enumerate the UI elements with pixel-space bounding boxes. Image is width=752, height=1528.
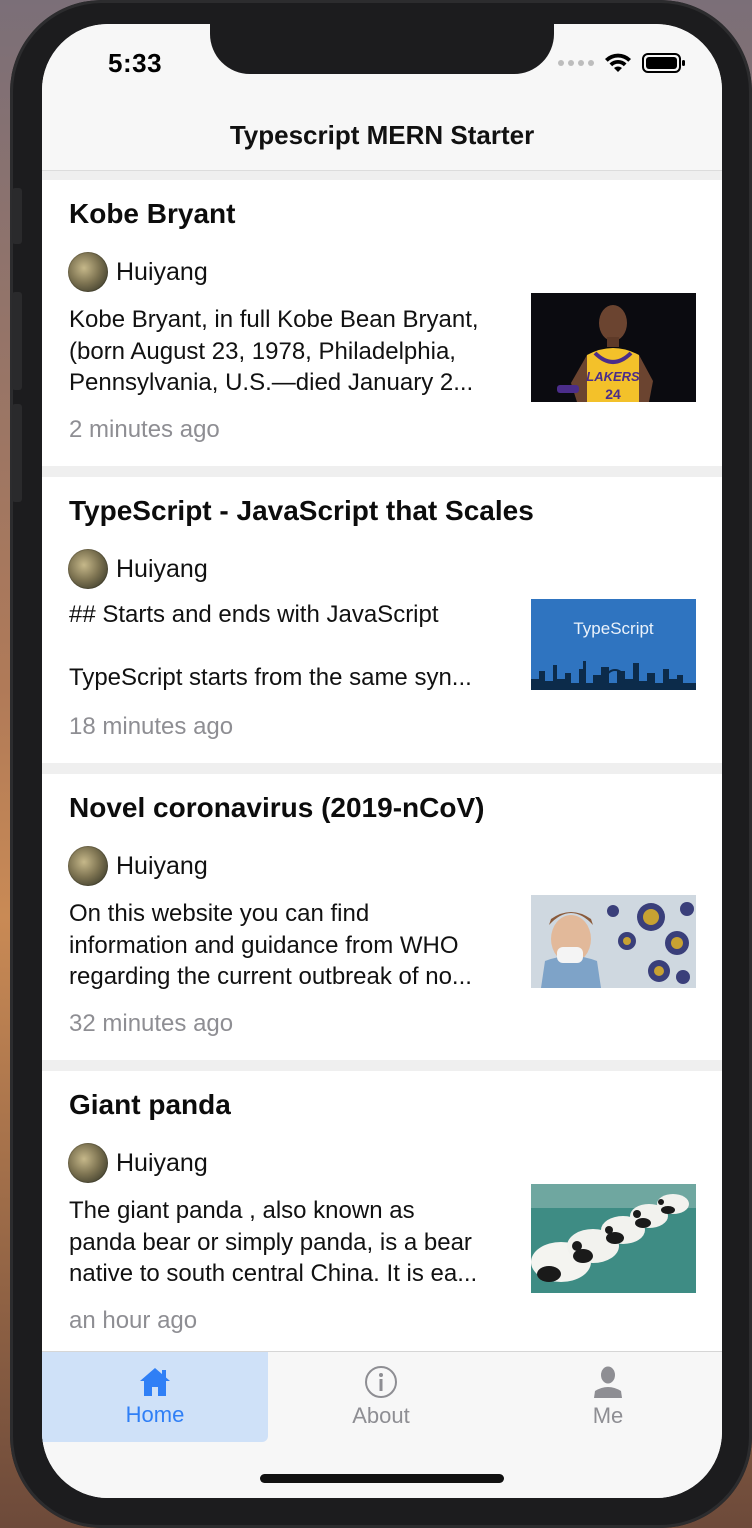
tab-about-label: About xyxy=(352,1403,410,1428)
tab-home-label: Home xyxy=(125,1402,185,1427)
person-icon xyxy=(594,1366,622,1398)
article-timestamp: 32 minutes ago xyxy=(69,1010,234,1037)
article-title: TypeScript - JavaScript that Scales xyxy=(69,495,534,526)
svg-text:24: 24 xyxy=(605,386,621,402)
article-card-kobe-bryant[interactable]: Kobe Bryant Huiyang Kobe Bryant, in full… xyxy=(42,180,722,466)
article-timestamp: 18 minutes ago xyxy=(69,713,234,740)
volume-down-button xyxy=(12,404,22,502)
article-author: Huiyang xyxy=(68,1143,208,1183)
article-excerpt: The giant panda , also known as panda be… xyxy=(69,1197,478,1287)
article-title: Giant panda xyxy=(69,1089,231,1120)
article-excerpt: ## Starts and ends with JavaScript TypeS… xyxy=(69,601,472,691)
page-title: Typescript MERN Starter xyxy=(229,119,535,150)
avatar xyxy=(68,1143,108,1183)
thumb-caption: TypeScript xyxy=(573,619,654,638)
article-author: Huiyang xyxy=(68,846,208,886)
article-title: Novel coronavirus (2019-nCoV) xyxy=(69,792,485,823)
mute-switch xyxy=(12,188,22,244)
author-name: Huiyang xyxy=(116,554,208,583)
panda-cubs-image xyxy=(531,1184,696,1293)
article-timestamp: an hour ago xyxy=(69,1307,198,1334)
notch xyxy=(210,24,554,74)
info-icon xyxy=(365,1366,397,1398)
author-name: Huiyang xyxy=(116,1148,208,1177)
avatar xyxy=(68,549,108,589)
author-name: Huiyang xyxy=(116,257,208,286)
tab-me[interactable]: Me xyxy=(494,1352,722,1442)
basketball-player-image: LAKERS 24 xyxy=(531,293,696,402)
article-card-giant-panda[interactable]: Giant panda Huiyang The giant panda , al… xyxy=(42,1071,722,1351)
status-time: 5:33 xyxy=(108,48,163,78)
svg-text:LAKERS: LAKERS xyxy=(586,369,640,384)
article-title: Kobe Bryant xyxy=(69,198,236,229)
article-author: Huiyang xyxy=(68,549,208,589)
volume-up-button xyxy=(12,292,22,390)
status-bar: 5:33 xyxy=(42,24,722,110)
article-feed[interactable]: Kobe Bryant Huiyang Kobe Bryant, in full… xyxy=(42,171,722,1351)
virus-image xyxy=(531,895,696,988)
phone-screen: 5:33 Typescript MERN Starter Kobe Bryant xyxy=(42,24,722,1498)
signal-icon xyxy=(558,60,594,66)
home-icon xyxy=(140,1368,170,1396)
author-name: Huiyang xyxy=(116,851,208,880)
article-author: Huiyang xyxy=(68,252,208,292)
article-excerpt: On this website you can find information… xyxy=(69,900,472,990)
battery-icon xyxy=(642,53,685,73)
avatar xyxy=(68,252,108,292)
navigation-bar: Typescript MERN Starter xyxy=(42,110,722,171)
article-excerpt: Kobe Bryant, in full Kobe Bean Bryant, (… xyxy=(69,306,479,396)
avatar xyxy=(68,846,108,886)
article-card-typescript[interactable]: TypeScript - JavaScript that Scales Huiy… xyxy=(42,477,722,763)
wifi-icon xyxy=(605,53,631,72)
article-card-coronavirus[interactable]: Novel coronavirus (2019-nCoV) Huiyang On… xyxy=(42,774,722,1060)
tab-home[interactable]: Home xyxy=(42,1352,268,1442)
status-icons xyxy=(558,52,686,74)
article-timestamp: 2 minutes ago xyxy=(69,416,220,443)
typescript-banner-image: TypeScript xyxy=(531,599,696,690)
home-indicator[interactable] xyxy=(260,1474,504,1483)
tab-about[interactable]: About xyxy=(268,1352,494,1442)
tab-me-label: Me xyxy=(592,1403,624,1428)
